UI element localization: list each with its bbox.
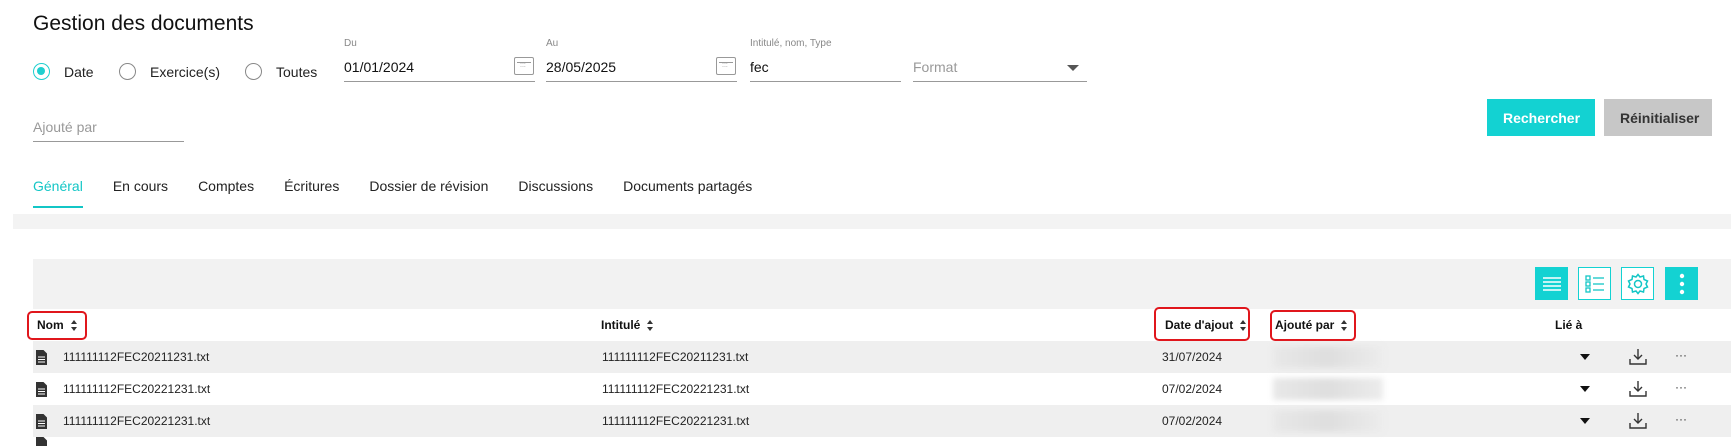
radio-label: Exercice(s) xyxy=(150,63,221,80)
chevron-down-icon[interactable] xyxy=(1580,354,1590,360)
cell-date: 07/02/2024 xyxy=(1162,382,1223,396)
added-by-placeholder: Ajouté par xyxy=(33,119,97,135)
file-icon xyxy=(35,405,48,437)
redacted-user xyxy=(1273,410,1383,432)
highlight-box xyxy=(1154,307,1250,341)
reset-button[interactable]: Réinitialiser xyxy=(1604,99,1712,136)
table-header: Nom Intitulé Date d'ajout Ajouté par Lié… xyxy=(33,309,1731,341)
column-header-lie-a: Lié à xyxy=(1555,318,1583,332)
date-from-label: Du xyxy=(344,38,357,49)
more-horizontal-icon[interactable]: ··· xyxy=(1675,380,1687,394)
cell-intitule: 111111112FEC20221231.txt xyxy=(602,382,750,396)
radio-toutes[interactable]: Toutes xyxy=(245,63,317,80)
radio-dot[interactable] xyxy=(245,63,262,80)
date-to-label: Au xyxy=(546,38,559,49)
radio-exercices[interactable]: Exercice(s) xyxy=(119,63,220,80)
format-select[interactable]: Format xyxy=(913,38,1087,84)
tab-ecritures[interactable]: Écritures xyxy=(284,178,339,208)
radio-label: Toutes xyxy=(276,63,318,80)
file-icon xyxy=(35,341,48,373)
cell-nom[interactable]: 111111112FEC20221231.txt xyxy=(63,405,210,437)
redacted-user xyxy=(1273,346,1383,368)
search-button[interactable]: Rechercher xyxy=(1487,99,1595,136)
table-toolbar xyxy=(33,259,1731,309)
radio-date[interactable]: Date xyxy=(33,63,94,80)
cell-nom[interactable]: 111111112FEC20211231.txt xyxy=(63,341,209,373)
chevron-down-icon[interactable] xyxy=(1580,386,1590,392)
download-icon[interactable] xyxy=(1629,341,1647,373)
radio-label: Date xyxy=(64,63,94,80)
chevron-down-icon[interactable] xyxy=(1580,418,1590,424)
column-header-intitule[interactable]: Intitulé xyxy=(601,309,654,341)
cell-date: 07/02/2024 xyxy=(1162,414,1223,428)
file-icon xyxy=(35,373,48,405)
table-row[interactable]: 111111112FEC20211231.txt 111111112FEC202… xyxy=(33,341,1731,373)
date-from-field[interactable]: Du 01/01/2024 xyxy=(344,38,535,84)
radio-dot[interactable] xyxy=(33,63,50,80)
radio-dot[interactable] xyxy=(119,63,136,80)
added-by-field[interactable]: Ajouté par xyxy=(33,98,184,144)
cell-intitule: 111111112FEC20211231.txt xyxy=(602,350,749,364)
tab-dossier-revision[interactable]: Dossier de révision xyxy=(369,178,488,208)
table-row[interactable]: 111111112FEC20221231.txt 111111112FEC202… xyxy=(33,405,1731,437)
list-view-icon[interactable] xyxy=(1535,267,1568,300)
tab-documents-partages[interactable]: Documents partagés xyxy=(623,178,752,208)
more-vertical-icon[interactable] xyxy=(1665,267,1698,300)
calendar-icon[interactable] xyxy=(514,57,534,75)
detail-view-icon[interactable] xyxy=(1578,267,1611,300)
calendar-icon[interactable] xyxy=(716,57,736,75)
format-placeholder: Format xyxy=(913,59,958,75)
cell-intitule: 111111112FEC20221231.txt xyxy=(602,414,750,428)
date-from-value[interactable]: 01/01/2024 xyxy=(344,59,414,75)
download-icon[interactable] xyxy=(1629,405,1647,437)
tab-comptes[interactable]: Comptes xyxy=(198,178,254,208)
page-title: Gestion des documents xyxy=(33,12,254,35)
download-icon[interactable] xyxy=(1629,373,1647,405)
tab-bar: Général En cours Comptes Écritures Dossi… xyxy=(33,178,782,208)
tab-en-cours[interactable]: En cours xyxy=(113,178,168,208)
section-divider xyxy=(13,214,1731,229)
date-to-field[interactable]: Au 28/05/2025 xyxy=(546,38,737,84)
cell-date: 31/07/2024 xyxy=(1162,350,1223,364)
more-horizontal-icon[interactable]: ··· xyxy=(1675,348,1687,362)
file-icon xyxy=(35,437,48,446)
search-label: Intitulé, nom, Type xyxy=(750,38,832,49)
table-row[interactable]: 111111112FEC20221231.txt 111111112FEC202… xyxy=(33,373,1731,405)
chevron-down-icon[interactable] xyxy=(1067,65,1079,71)
highlight-box xyxy=(27,311,87,340)
redacted-user xyxy=(1273,378,1383,400)
date-to-value[interactable]: 28/05/2025 xyxy=(546,59,616,75)
gear-icon[interactable] xyxy=(1621,267,1654,300)
search-field[interactable]: Intitulé, nom, Type fec xyxy=(750,38,901,84)
tab-discussions[interactable]: Discussions xyxy=(518,178,593,208)
search-input[interactable]: fec xyxy=(750,59,769,75)
cell-nom[interactable]: 111111112FEC20221231.txt xyxy=(63,373,210,405)
sort-icon[interactable] xyxy=(647,319,654,331)
more-horizontal-icon[interactable]: ··· xyxy=(1675,412,1687,426)
tab-general[interactable]: Général xyxy=(33,178,83,208)
highlight-box xyxy=(1270,310,1356,341)
